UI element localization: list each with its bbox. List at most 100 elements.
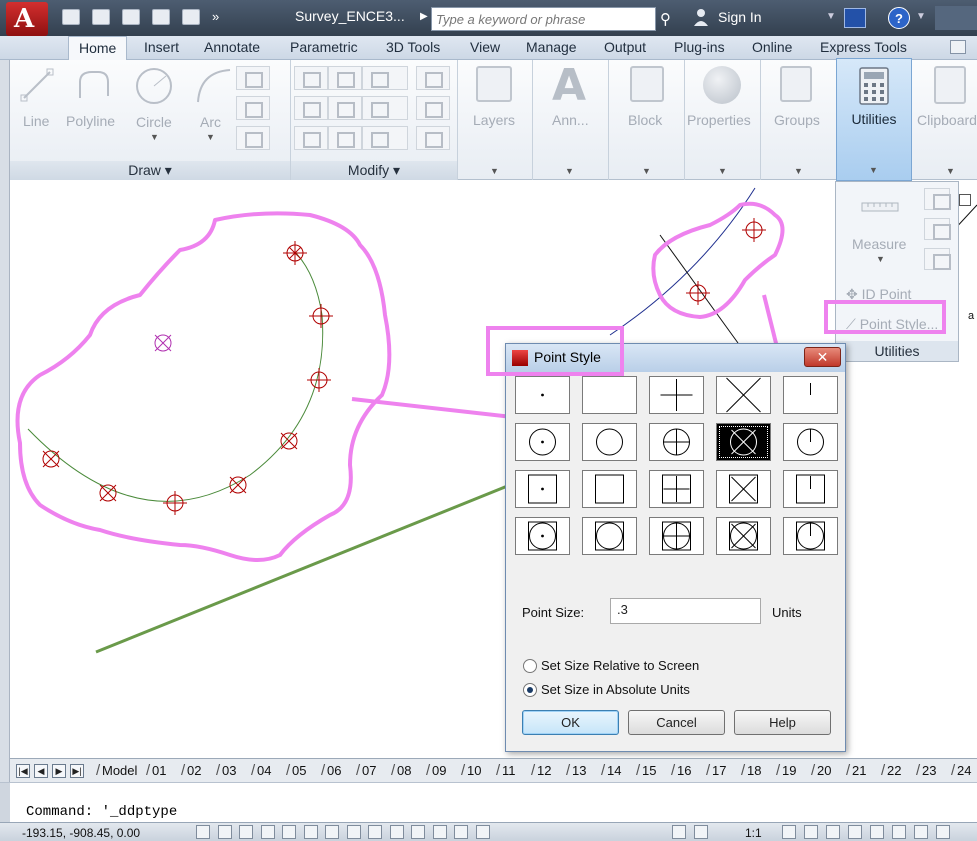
grid-display-icon[interactable]: [239, 825, 253, 839]
layout-tab[interactable]: 04: [257, 763, 271, 778]
layout-tab[interactable]: 11: [502, 763, 516, 778]
layout-tab[interactable]: 17: [712, 763, 726, 778]
point-style-option[interactable]: [783, 517, 838, 555]
clean-screen-icon[interactable]: [936, 825, 950, 839]
hardware-acceleration-icon[interactable]: [892, 825, 906, 839]
explode-tool[interactable]: [416, 96, 450, 120]
point-style-option[interactable]: [649, 470, 704, 508]
point-style-option[interactable]: [582, 517, 637, 555]
properties-dropdown-icon[interactable]: ▼: [718, 166, 727, 176]
mirror-tool[interactable]: [328, 96, 362, 120]
point-style-option[interactable]: [582, 423, 637, 461]
arc-button[interactable]: Arc: [200, 114, 221, 130]
sign-in-dropdown-icon[interactable]: ▼: [826, 11, 836, 22]
layout-tab[interactable]: 14: [607, 763, 621, 778]
point-style-option[interactable]: [515, 470, 570, 508]
polar-tracking-icon[interactable]: [282, 825, 296, 839]
layout-tab[interactable]: 08: [397, 763, 411, 778]
point-style-option[interactable]: [515, 423, 570, 461]
stretch-tool[interactable]: [294, 126, 328, 150]
ortho-mode-icon[interactable]: [260, 825, 275, 839]
help-button[interactable]: ?: [888, 7, 910, 29]
offset-tool[interactable]: [416, 126, 450, 150]
viewport-control-icon[interactable]: [959, 194, 971, 206]
more-commands-icon[interactable]: »: [212, 9, 222, 25]
new-file-icon[interactable]: [62, 9, 80, 25]
annotation-dropdown-icon[interactable]: ▼: [565, 166, 574, 176]
isolate-objects-icon[interactable]: [914, 825, 928, 839]
block-dropdown-icon[interactable]: ▼: [642, 166, 651, 176]
groups-dropdown-icon[interactable]: ▼: [794, 166, 803, 176]
radio-absolute-label[interactable]: Set Size in Absolute Units: [541, 682, 690, 697]
fillet-tool[interactable]: [362, 96, 408, 120]
point-style-option[interactable]: [649, 517, 704, 555]
layout-tab[interactable]: 02: [187, 763, 201, 778]
snap-mode-icon[interactable]: [217, 825, 232, 839]
clipboard-dropdown-icon[interactable]: ▼: [946, 166, 955, 176]
dynamic-input-icon[interactable]: [389, 825, 404, 839]
modify-panel-title[interactable]: Modify ▾: [291, 161, 457, 180]
arc-dropdown-icon[interactable]: ▼: [206, 132, 215, 142]
point-style-option[interactable]: [582, 470, 637, 508]
erase-tool[interactable]: [416, 66, 450, 90]
block-button[interactable]: Block: [628, 112, 662, 128]
ok-button[interactable]: OK: [522, 710, 619, 735]
layout-tab[interactable]: 07: [362, 763, 376, 778]
annotation-scale[interactable]: 1:1: [745, 826, 762, 840]
point-size-input[interactable]: .3: [610, 598, 761, 624]
layout-tab[interactable]: 01: [152, 763, 166, 778]
object-snap-icon[interactable]: [303, 825, 318, 839]
previous-layout-icon[interactable]: ◀: [34, 764, 48, 778]
measure-button[interactable]: Measure: [852, 236, 906, 252]
last-layout-icon[interactable]: ▶|: [70, 764, 84, 778]
draw-panel-title[interactable]: Draw ▾: [10, 161, 290, 180]
move-tool[interactable]: [294, 66, 328, 90]
first-layout-icon[interactable]: |◀: [16, 764, 30, 778]
point-style-option[interactable]: [783, 376, 838, 414]
circle-button[interactable]: Circle: [136, 114, 172, 130]
point-style-option[interactable]: [649, 423, 704, 461]
tab-output[interactable]: Output: [604, 39, 646, 55]
polyline-button[interactable]: Polyline: [66, 113, 115, 129]
groups-button[interactable]: Groups: [774, 112, 820, 128]
radio-relative-to-screen[interactable]: [523, 659, 537, 673]
open-file-icon[interactable]: [92, 9, 110, 25]
layout-tab[interactable]: 12: [537, 763, 551, 778]
tab-manage[interactable]: Manage: [526, 39, 577, 55]
trim-tool[interactable]: [362, 66, 408, 90]
dynamic-ucs-icon[interactable]: [368, 825, 382, 839]
layers-button[interactable]: Layers: [473, 112, 515, 128]
layout-tab[interactable]: 05: [292, 763, 306, 778]
layout-tab[interactable]: 22: [887, 763, 901, 778]
layout-tab[interactable]: 18: [747, 763, 761, 778]
layout-tab[interactable]: 16: [677, 763, 691, 778]
radio-absolute-units[interactable]: [523, 683, 537, 697]
binoculars-icon[interactable]: ⚲: [660, 10, 671, 28]
application-menu-button[interactable]: A: [6, 2, 48, 36]
point-style-option[interactable]: [515, 376, 570, 414]
tab-express-tools[interactable]: Express Tools: [820, 39, 907, 55]
tab-annotate[interactable]: Annotate: [204, 39, 260, 55]
annotation-visibility-icon[interactable]: [804, 825, 818, 839]
workspace-switching-icon[interactable]: [848, 825, 862, 839]
sign-in-link[interactable]: Sign In: [718, 9, 762, 25]
point-style-option[interactable]: [716, 470, 771, 508]
window-controls[interactable]: [935, 6, 977, 30]
layout-tab[interactable]: 20: [817, 763, 831, 778]
tab-insert[interactable]: Insert: [144, 39, 179, 55]
ribbon-minimize-icon[interactable]: [950, 40, 966, 54]
tab-online[interactable]: Online: [752, 39, 792, 55]
help-button-dialog[interactable]: Help: [734, 710, 831, 735]
help-dropdown-icon[interactable]: ▼: [916, 11, 926, 22]
layers-dropdown-icon[interactable]: ▼: [490, 166, 499, 176]
clipboard-button[interactable]: Clipboard: [917, 112, 977, 128]
cancel-button[interactable]: Cancel: [628, 710, 725, 735]
calculator-small-icon[interactable]: [924, 248, 951, 270]
save-icon[interactable]: [122, 9, 140, 25]
hatch-tool[interactable]: [236, 96, 270, 120]
info-center-icon[interactable]: [844, 8, 866, 28]
auto-scale-icon[interactable]: [826, 825, 840, 839]
infer-constraints-icon[interactable]: [196, 825, 210, 839]
array-tool[interactable]: [362, 126, 408, 150]
point-style-option[interactable]: [783, 423, 838, 461]
